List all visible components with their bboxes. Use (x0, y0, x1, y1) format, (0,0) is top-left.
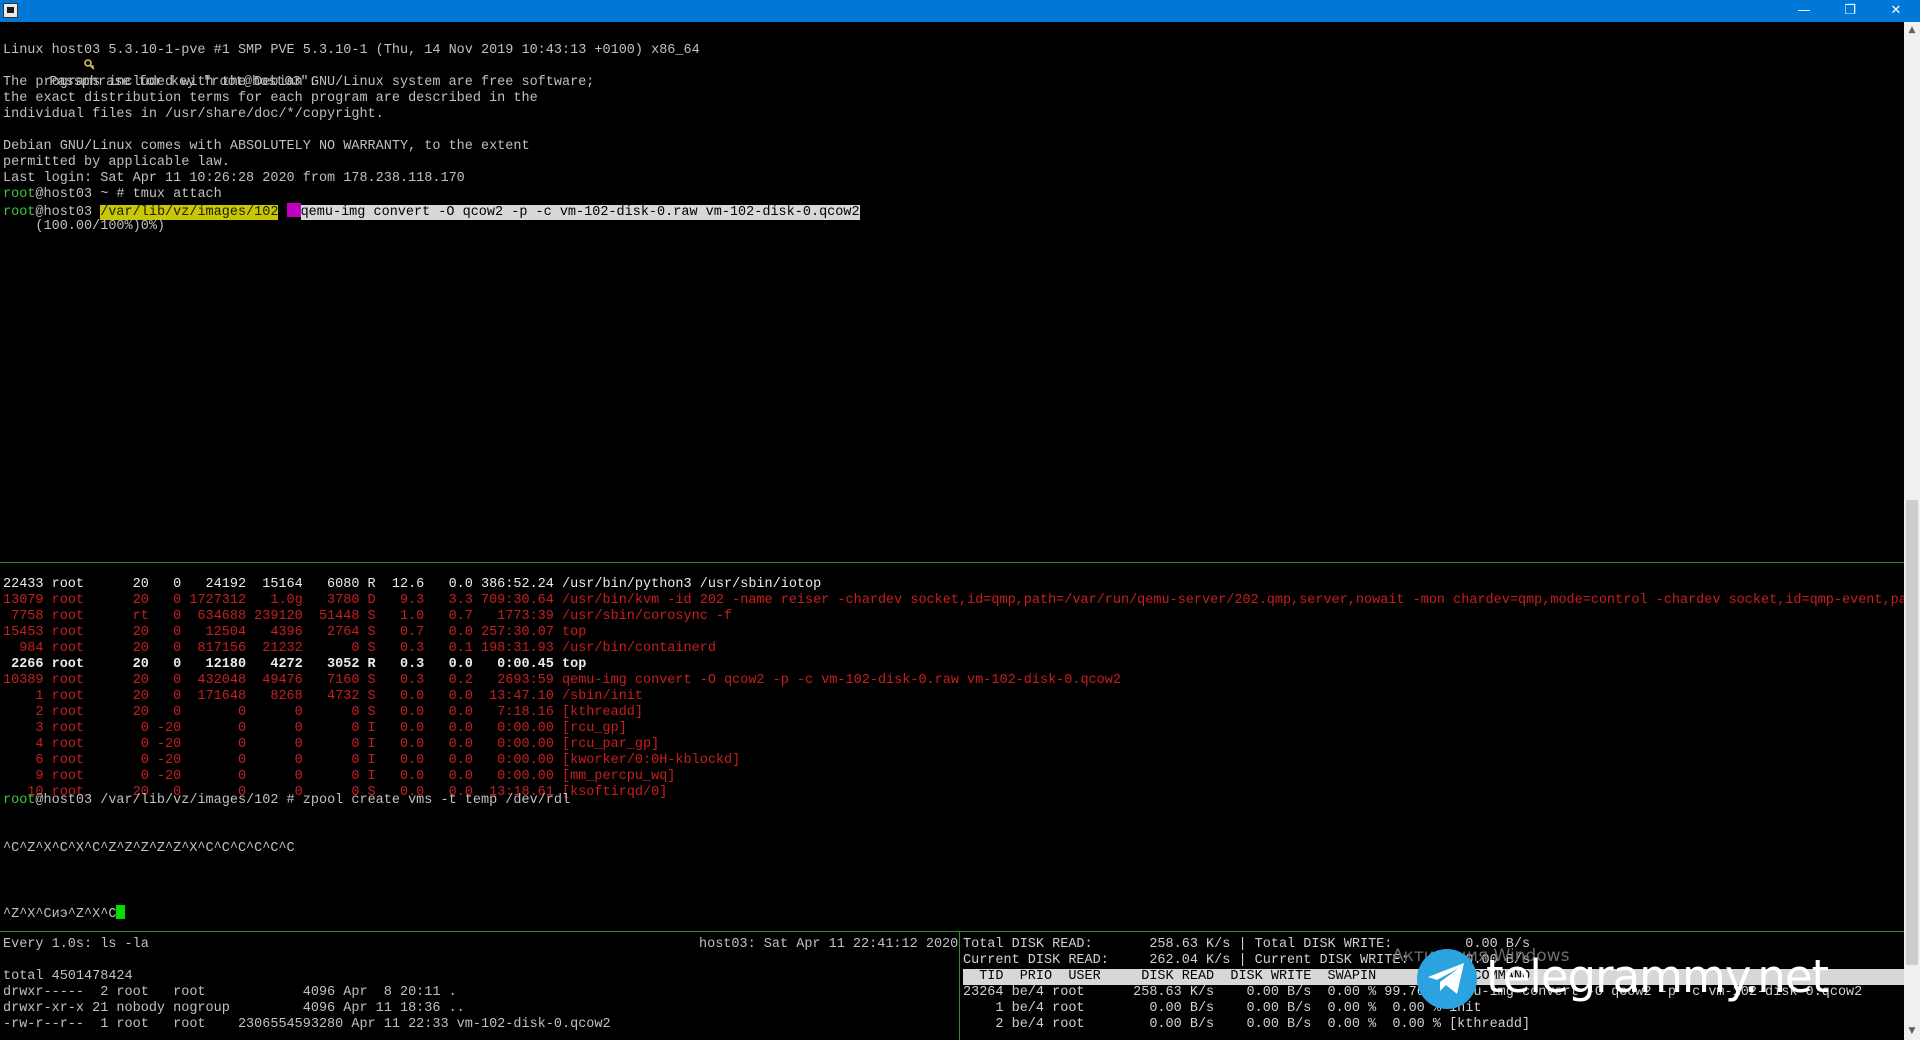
motd-line: individual files in /usr/share/doc/*/cop… (3, 107, 384, 122)
restore-button[interactable]: ❐ (1827, 0, 1873, 22)
process-row: 2266 root 20 0 12180 4272 3052 R 0.3 0.0… (3, 657, 587, 672)
tmux-prompt-line: root@host03 ~ # tmux attach (3, 187, 222, 203)
process-row: 984 root 20 0 817156 21232 0 S 0.3 0.1 1… (3, 641, 716, 656)
prompt-user: root (3, 793, 36, 808)
process-row: 2 root 20 0 0 0 0 S 0.0 0.0 7:18.16 [kth… (3, 705, 644, 720)
process-row: 13079 root 20 0 1727312 1.0g 3780 D 9.3 … (3, 593, 1915, 608)
process-row: 6 root 0 -20 0 0 0 I 0.0 0.0 0:00.00 [kw… (3, 753, 741, 768)
ls-line: drwxr-xr-x 21 nobody nogroup 4096 Apr 11… (3, 1001, 465, 1016)
kernel-line: Linux host03 5.3.10-1-pve #1 SMP PVE 5.3… (3, 43, 700, 58)
telegram-watermark: telegrammy.net (1486, 950, 1829, 1003)
ls-line: total 4501478424 (3, 969, 133, 984)
iotop-row: 2 be/4 root 0.00 B/s 0.00 B/s 0.00 % 0.0… (963, 1017, 1531, 1032)
prompt-command: /var/lib/vz/images/102 # zpool create vm… (92, 793, 571, 808)
motd-line: Debian GNU/Linux comes with ABSOLUTELY N… (3, 139, 530, 154)
prompt-host: @host03 (35, 793, 93, 808)
prompt-user: root (3, 187, 36, 202)
process-row: 22433 root 20 0 24192 15164 6080 R 12.6 … (3, 577, 822, 592)
scroll-up-arrow-icon[interactable]: ▲ (1904, 22, 1920, 39)
control-chars-line: ^C^Z^X^C^X^C^Z^Z^Z^Z^Z^X^C^C^C^C^C^C (3, 841, 295, 856)
motd-line: The programs included with the Debian GN… (3, 75, 595, 90)
pane-divider[interactable] (0, 931, 1904, 932)
minimize-button[interactable]: — (1781, 0, 1827, 22)
pane-divider[interactable] (0, 562, 1904, 563)
ls-line: -rw-r--r-- 1 root root 2306554593280 Apr… (3, 1017, 611, 1032)
text-cursor (116, 905, 126, 919)
prompt-user: root (3, 205, 36, 220)
vertical-scrollbar[interactable]: ▲ ▼ (1904, 22, 1920, 1040)
terminal-area[interactable]: Passphrase for key "root@host03": Linux … (0, 22, 1915, 1040)
process-row: 9 root 0 -20 0 0 0 I 0.0 0.0 0:00.00 [mm… (3, 769, 676, 784)
prompt-command: ~ # tmux attach (92, 187, 222, 202)
current-path: /var/lib/vz/images/102 (100, 205, 279, 220)
window-titlebar[interactable]: — ❐ ✕ (0, 0, 1920, 22)
scroll-thumb[interactable] (1906, 500, 1918, 965)
watch-header-right: host03: Sat Apr 11 22:41:12 2020 (699, 937, 959, 952)
process-row: 4 root 0 -20 0 0 0 I 0.0 0.0 0:00.00 [rc… (3, 737, 660, 752)
pane-vertical-divider[interactable] (959, 932, 960, 1040)
progress-line: (100.00/100%)0%) (3, 219, 166, 234)
process-row: 3 root 0 -20 0 0 0 I 0.0 0.0 0:00.00 [rc… (3, 721, 627, 736)
convert-command: qemu-img convert -O qcow2 -p -c vm-102-d… (300, 205, 860, 220)
prompt-host: @host03 (35, 205, 93, 220)
process-row: 1 root 20 0 171648 8268 4732 S 0.0 0.0 1… (3, 689, 644, 704)
prompt-host: @host03 (35, 187, 93, 202)
prompt-marker (286, 203, 301, 217)
telegram-logo-icon (1417, 949, 1477, 1009)
process-row: 10389 root 20 0 432048 49476 7160 S 0.3 … (3, 673, 1121, 688)
convert-prompt-line: root@host03 /var/lib/vz/images/102 qemu-… (3, 203, 860, 220)
scroll-down-arrow-icon[interactable]: ▼ (1904, 1023, 1920, 1040)
zpool-prompt-line: root@host03 /var/lib/vz/images/102 # zpo… (3, 793, 570, 809)
iotop-row: 1 be/4 root 0.00 B/s 0.00 B/s 0.00 % 0.0… (963, 1001, 1482, 1016)
passphrase-line: Passphrase for key "root@host03": (3, 27, 317, 90)
last-login-line: Last login: Sat Apr 11 10:26:28 2020 fro… (3, 171, 465, 186)
process-row: 7758 root rt 0 634688 239120 51448 S 1.0… (3, 609, 733, 624)
motd-line: the exact distribution terms for each pr… (3, 91, 538, 106)
close-button[interactable]: ✕ (1873, 0, 1919, 22)
putty-icon[interactable] (3, 3, 18, 18)
process-row: 15453 root 20 0 12504 4396 2764 S 0.7 0.… (3, 625, 587, 640)
control-chars-line[interactable]: ^Z^X^Cиэ^Z^X^C (3, 905, 126, 922)
motd-line: permitted by applicable law. (3, 155, 230, 170)
ls-line: drwxr----- 2 root root 4096 Apr 8 20:11 … (3, 985, 457, 1000)
watch-header-left: Every 1.0s: ls -la (3, 937, 149, 952)
